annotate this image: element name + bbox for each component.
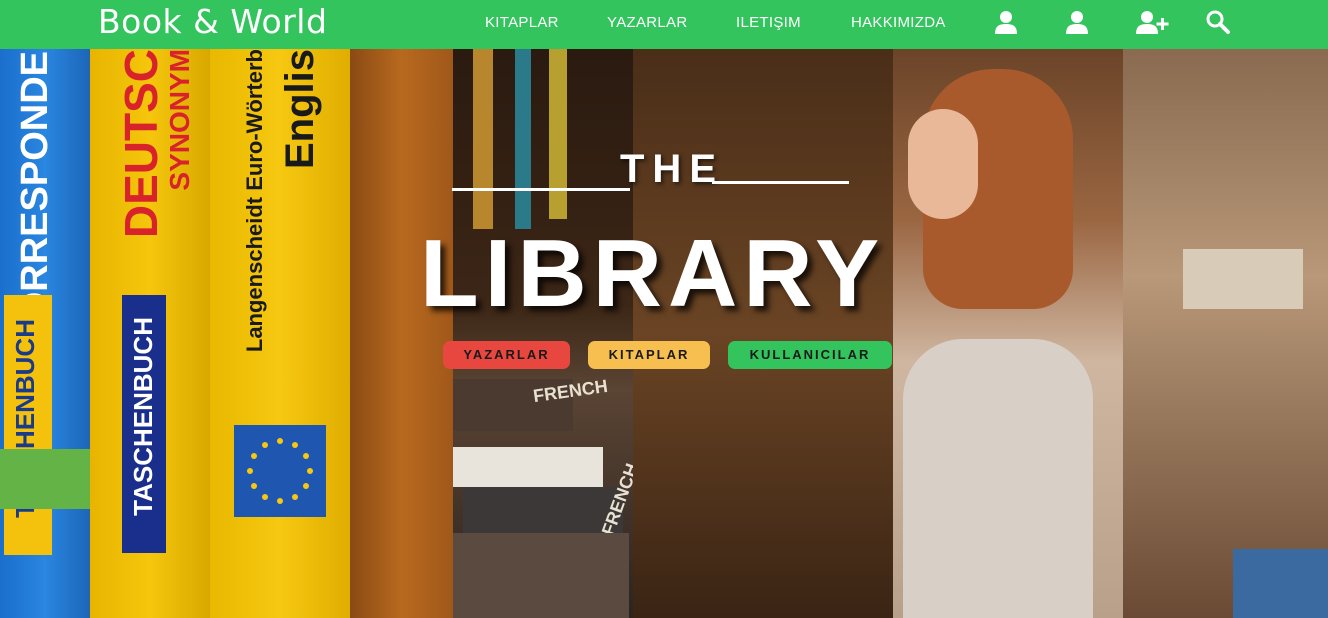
search-icon[interactable] [1205,9,1231,35]
user-icon[interactable] [1064,9,1090,35]
nav-link-kitaplar[interactable]: KITAPLAR [485,14,559,31]
hero-content: THE LIBRARY YAZARLAR KITAPLAR KULLANICIL… [0,49,1328,618]
nav-link-iletisim[interactable]: ILETIŞIM [736,14,801,31]
brand-logo[interactable]: Book & World [98,2,327,42]
hero-title-library: LIBRARY [420,220,886,327]
nav-link-yazarlar[interactable]: YAZARLAR [607,14,687,31]
hero-title-the: THE [620,147,724,191]
kitaplar-button[interactable]: KITAPLAR [588,341,710,369]
title-underline [712,181,849,184]
navbar: Book & World KITAPLAR YAZARLAR ILETIŞIM … [0,0,1328,49]
kullanicilar-button[interactable]: KULLANICILAR [728,341,892,369]
nav-link-hakkimizda[interactable]: HAKKIMIZDA [851,14,946,31]
user-plus-icon[interactable] [1136,9,1170,35]
yazarlar-button[interactable]: YAZARLAR [443,341,570,369]
title-underline [452,188,630,191]
user-icon[interactable] [993,9,1019,35]
